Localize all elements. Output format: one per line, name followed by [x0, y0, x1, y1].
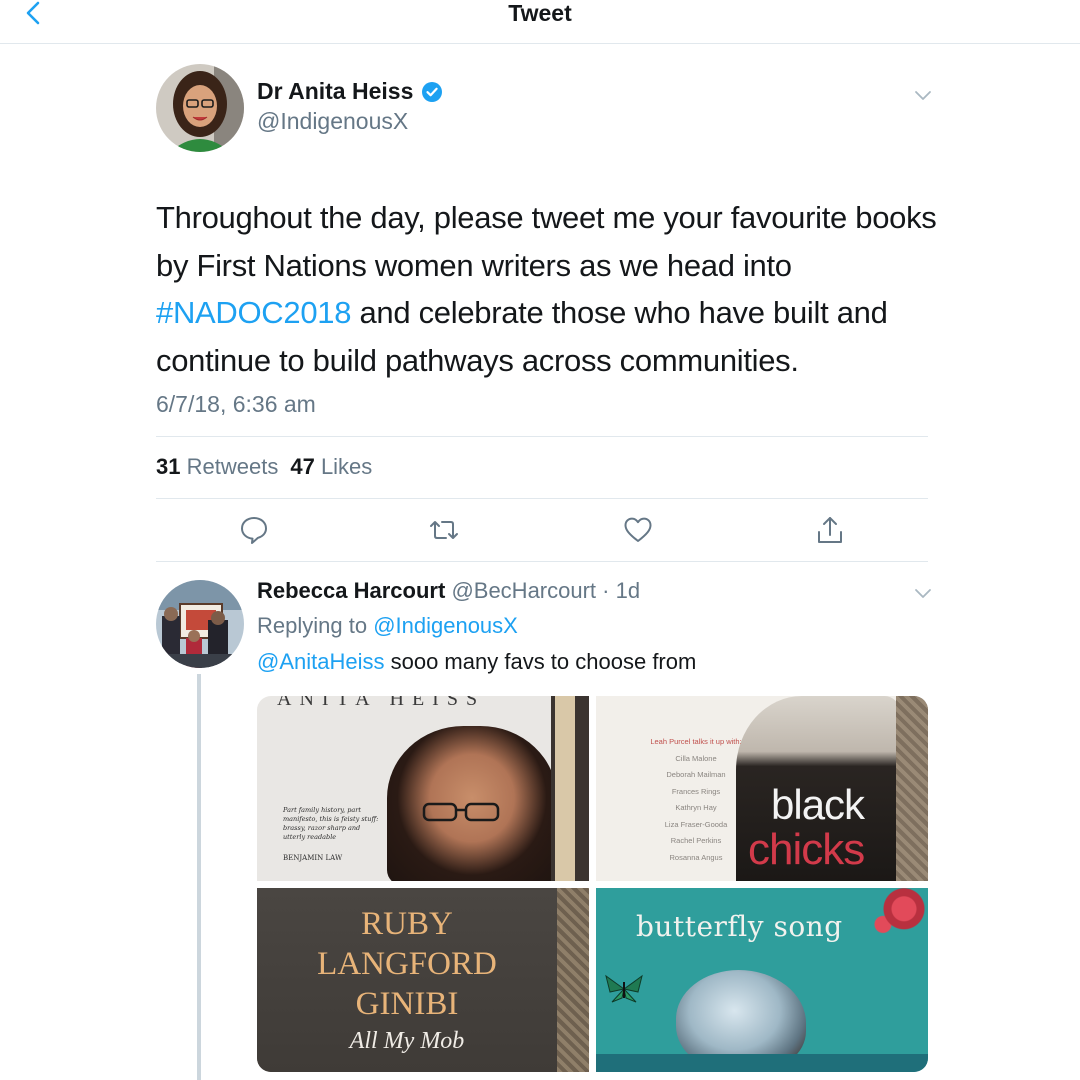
- chevron-down-icon[interactable]: [914, 90, 932, 102]
- book1-quote-author: BENJAMIN LAW: [283, 854, 343, 862]
- reply-avatar-image: [156, 580, 244, 668]
- reply-body: sooo many favs to choose from: [384, 649, 697, 674]
- book2-title-line2: chicks: [748, 825, 865, 874]
- book2-name: Cilla Malone: [675, 753, 717, 763]
- carpet-background: [557, 888, 589, 1072]
- replying-prefix: Replying to: [257, 613, 374, 638]
- like-button[interactable]: [622, 514, 654, 546]
- top-navigation-bar: Tweet: [0, 0, 1080, 44]
- book1-glasses: [422, 802, 500, 822]
- photo-book-anita-heiss[interactable]: ANITA HEISS Part family history, part ma…: [257, 696, 589, 881]
- thread-line: [197, 674, 201, 1080]
- retweet-button[interactable]: [428, 514, 460, 546]
- divider: [156, 561, 928, 562]
- tweet-timestamp: 6/7/18, 6:36 am: [156, 391, 316, 417]
- book2-name: Rachel Perkins: [670, 836, 722, 845]
- divider: [156, 498, 928, 499]
- page-title: Tweet: [508, 0, 572, 26]
- reply-icon: [241, 517, 267, 544]
- book2-name: Liza Fraser-Gooda: [664, 819, 728, 829]
- author-name: Dr Anita Heiss: [257, 78, 414, 104]
- book2-title-line1: black: [771, 781, 865, 828]
- likes-stat[interactable]: 47 Likes: [290, 454, 372, 480]
- book1-quote: Part family history, part manifesto, thi…: [283, 806, 379, 841]
- reply-mention[interactable]: @AnitaHeiss: [257, 649, 385, 674]
- photo-book-black-chicks[interactable]: Leah Purcel talks it up with: Cilla Malo…: [596, 696, 928, 881]
- likes-count: 47: [290, 454, 315, 479]
- author-name-row[interactable]: Dr Anita Heiss: [257, 78, 443, 105]
- book3-title-line1: RUBY: [361, 906, 453, 942]
- book3-title-line3: GINIBI: [355, 986, 459, 1022]
- butterfly-icon: [605, 974, 643, 1003]
- author-avatar[interactable]: [156, 64, 244, 152]
- book2-name: Frances Rings: [671, 786, 721, 796]
- book2-name: Rosanna Angus: [669, 852, 723, 862]
- media-grid: ANITA HEISS Part family history, part ma…: [257, 696, 928, 1072]
- author-handle[interactable]: @IndigenousX: [257, 108, 408, 135]
- reply-author-name[interactable]: Rebecca Harcourt: [257, 578, 445, 603]
- book2-name: Kathryn Hay: [675, 803, 717, 812]
- book1-spine-inner: [555, 696, 575, 881]
- carpet-background: [896, 696, 928, 881]
- tweet-text-part1: Throughout the day, please tweet me your…: [156, 200, 937, 283]
- hashtag-link[interactable]: #NADOC2018: [156, 295, 351, 330]
- photo-book-butterfly-song[interactable]: butterfly song: [596, 888, 928, 1072]
- replying-to-mention[interactable]: @IndigenousX: [373, 613, 518, 638]
- reply-header: Rebecca Harcourt @BecHarcourt · 1d: [257, 578, 640, 604]
- reply-button[interactable]: [238, 514, 270, 546]
- book4-title: butterfly song: [636, 910, 843, 943]
- retweets-count: 31: [156, 454, 181, 479]
- book4-flower: [868, 888, 928, 940]
- replying-to-line: Replying to @IndigenousX: [257, 613, 518, 639]
- book1-top-title: ANITA HEISS: [277, 696, 486, 710]
- likes-label: Likes: [320, 454, 373, 479]
- share-button[interactable]: [814, 514, 846, 546]
- book2-names: Leah Purcel talks it up with: Cilla Malo…: [636, 734, 756, 866]
- reply-author-meta: @BecHarcourt · 1d: [451, 578, 641, 603]
- reply-author-avatar[interactable]: [156, 580, 244, 668]
- divider: [156, 436, 928, 437]
- book2-intro: Leah Purcel talks it up with:: [650, 737, 742, 746]
- book4-bottom-band: [596, 1054, 928, 1072]
- book2-name: Deborah Mailman: [666, 770, 726, 779]
- tweet-text: Throughout the day, please tweet me your…: [156, 194, 946, 384]
- book3-title-line2: LANGFORD: [317, 946, 497, 982]
- verified-badge-icon: [422, 81, 443, 102]
- reply-text: @AnitaHeiss sooo many favs to choose fro…: [257, 649, 696, 675]
- retweets-label: Retweets: [186, 454, 279, 479]
- retweets-stat[interactable]: 31 Retweets: [156, 454, 278, 480]
- chevron-down-icon[interactable]: [914, 588, 932, 600]
- engagement-stats: 31 Retweets 47 Likes: [156, 454, 372, 480]
- author-avatar-image: [156, 64, 244, 152]
- like-icon: [624, 517, 652, 542]
- retweet-icon: [430, 521, 458, 539]
- book3-subtitle: All My Mob: [349, 1028, 465, 1054]
- photo-book-all-my-mob[interactable]: RUBY LANGFORD GINIBI All My Mob: [257, 888, 589, 1072]
- share-icon: [818, 517, 842, 543]
